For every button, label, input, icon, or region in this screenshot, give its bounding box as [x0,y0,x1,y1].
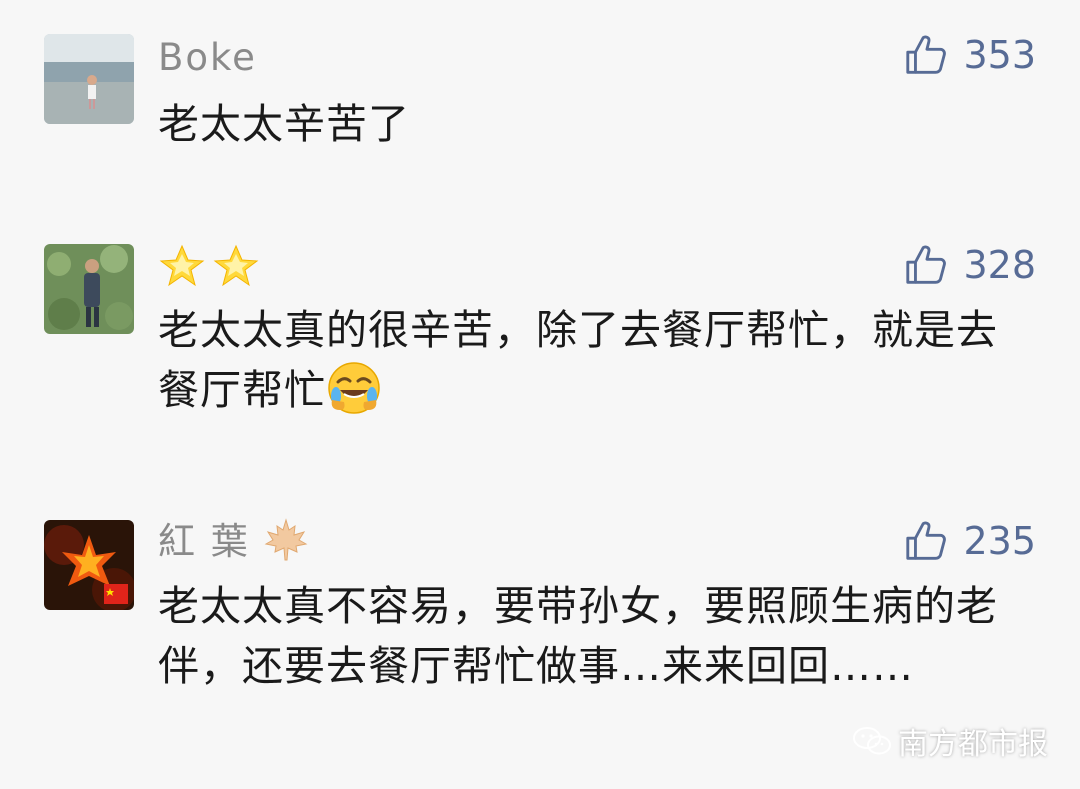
like-button[interactable]: 353 [903,30,1036,80]
avatar[interactable] [44,34,134,124]
maple-leaf-emoji [264,518,307,561]
like-count: 353 [963,33,1036,77]
watermark: 南方都市报 [852,719,1048,763]
thumbs-up-icon [906,245,947,284]
comment-username [158,242,262,302]
like-button[interactable]: 235 [903,516,1036,566]
thumbs-up-icon [906,35,947,74]
comment-text: 老太太真不容易，要带孙女，要照顾生病的老伴，还要去餐厅帮忙做事…来来回回…… [158,582,998,690]
avatar[interactable] [44,520,134,610]
comment-text: 老太太真的很辛苦，除了去餐厅帮忙，就是去餐厅帮忙 [158,300,1008,420]
wechat-icon [853,727,891,755]
thumbs-up-icon [906,521,947,560]
like-count: 328 [963,243,1036,287]
comment-text-body: 老太太真的很辛苦，除了去餐厅帮忙，就是去餐厅帮忙 [158,306,998,414]
comment-text: 老太太辛苦了 [158,100,410,148]
like-button[interactable]: 328 [903,240,1036,290]
star-emoji [159,244,259,287]
watermark-text: 南方都市报 [898,727,1048,762]
comment-username: Boke [158,36,257,79]
comment-username-text: 紅 葉 [158,520,250,563]
like-count: 235 [963,519,1036,563]
rolling-on-floor-laughing-emoji [328,362,380,414]
comment-username: 紅 葉 [158,518,308,564]
avatar[interactable] [44,244,134,334]
